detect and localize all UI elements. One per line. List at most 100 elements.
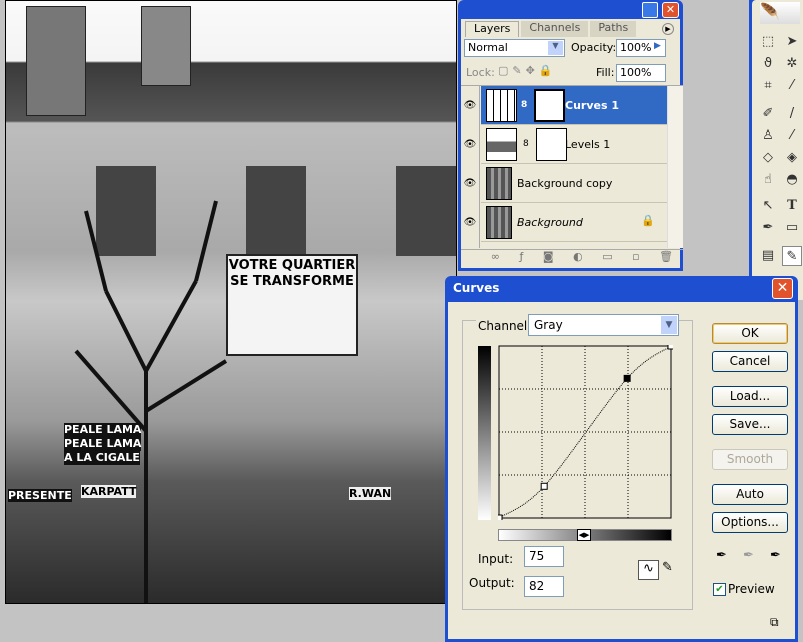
layer-row-background[interactable]: Background 🔒 [481, 203, 679, 242]
eye-icon[interactable]: 👁 [461, 100, 479, 111]
auto-button[interactable]: Auto [712, 484, 788, 505]
expand-icon[interactable]: ⧉ [770, 615, 779, 630]
layer-row-levels[interactable]: 8 Levels 1 [481, 125, 679, 164]
curves-adjustment-icon [486, 89, 517, 122]
layer-thumbnail [486, 167, 512, 200]
stamp-tool-icon[interactable]: ♙ [758, 126, 778, 146]
history-brush-icon[interactable]: ⁄ [782, 126, 802, 146]
poster-text: VOTRE QUARTIER [228, 258, 356, 273]
cancel-button[interactable]: Cancel [712, 351, 788, 372]
new-layer-icon[interactable]: ▫ [632, 250, 639, 268]
input-label: Input: [478, 552, 514, 566]
type-tool-icon[interactable]: T [782, 196, 802, 216]
layer-style-icon[interactable]: ƒ [519, 250, 523, 268]
paint-bucket-icon[interactable]: ◈ [782, 148, 802, 168]
graph-frame [498, 345, 672, 519]
lasso-tool-icon[interactable]: ϑ [758, 54, 778, 74]
fill-input[interactable]: 100% [616, 64, 666, 82]
channel-value: Gray [534, 318, 563, 332]
preview-label: Preview [728, 582, 775, 596]
curve-point[interactable] [667, 345, 673, 350]
link-icon: 8 [521, 100, 528, 110]
output-field[interactable]: 82 [524, 576, 564, 597]
layer-name: Background [517, 216, 583, 229]
curve-point[interactable] [498, 514, 503, 520]
opacity-label: Opacity: [571, 41, 617, 54]
black-eyedropper-icon[interactable]: ✒ [716, 548, 727, 563]
chevron-down-icon: ▼ [661, 316, 677, 334]
pen-tool-icon[interactable]: ✒ [758, 218, 778, 238]
healing-brush-icon[interactable]: ✐ [758, 104, 778, 124]
curve-point[interactable] [623, 374, 631, 382]
gradient-toggle-icon[interactable]: ◀▶ [577, 529, 591, 541]
adjustment-layer-icon[interactable]: ◐ [573, 250, 583, 268]
minimize-button[interactable] [642, 2, 658, 18]
layer-name: Levels 1 [565, 138, 611, 151]
layer-row-background-copy[interactable]: Background copy [481, 164, 679, 203]
chimney [141, 6, 191, 86]
load-button[interactable]: Load... [712, 386, 788, 407]
tab-channels[interactable]: Channels [521, 21, 589, 37]
close-button[interactable]: ✕ [662, 2, 679, 18]
pencil-tool-icon[interactable]: ✎ [662, 560, 673, 575]
layer-mask-thumbnail [534, 89, 565, 122]
white-eyedropper-icon[interactable]: ✒ [770, 548, 781, 563]
blur-tool-icon[interactable]: ☝ [758, 170, 778, 190]
curve-line [498, 345, 672, 519]
options-button[interactable]: Options... [712, 512, 788, 533]
preview-checkbox[interactable]: ✔ [713, 583, 726, 596]
toolbox: 🪶 ⬚ ➤ ϑ ✲ ⌗ ⁄ ✐ / ♙ ⁄ ◇ ◈ ☝ ◓ ↖ T ✒ ▭ ▤ ✎ [749, 0, 803, 300]
dodge-tool-icon[interactable]: ◓ [782, 170, 802, 190]
save-button[interactable]: Save... [712, 414, 788, 435]
feather-icon: 🪶 [760, 2, 800, 24]
trash-icon[interactable]: 🗑 [659, 250, 673, 268]
curves-graph[interactable] [498, 345, 673, 520]
channel-label: Channel: [476, 319, 534, 333]
add-mask-icon[interactable]: ◙ [543, 250, 554, 268]
blend-mode-select[interactable]: Normal ▼ [464, 39, 565, 57]
poster-text: SE TRANSFORME [230, 274, 354, 289]
curve-point[interactable] [540, 482, 548, 490]
channel-select[interactable]: Gray ▼ [528, 314, 679, 336]
ok-button[interactable]: OK [712, 323, 788, 344]
marquee-tool-icon[interactable]: ⬚ [758, 32, 778, 52]
tab-layers[interactable]: Layers [465, 21, 520, 37]
opacity-arrow-icon[interactable]: ▶ [654, 41, 661, 51]
curves-dialog: Curves ✕ Channel: Gray ▼ ◀▶ Input: 75 Out… [445, 276, 798, 642]
brush-tool-icon[interactable]: / [782, 104, 802, 124]
scrollbar[interactable] [667, 86, 683, 248]
tab-paths[interactable]: Paths [590, 21, 637, 37]
document-canvas[interactable]: VOTRE QUARTIER SE TRANSFORME PEALE LAMA … [5, 0, 457, 604]
chevron-down-icon: ▼ [548, 41, 563, 55]
layer-thumbnail [486, 206, 512, 239]
panel-menu-icon[interactable]: ▶ [662, 23, 674, 35]
input-field[interactable]: 75 [524, 546, 564, 567]
curve-tool-icon[interactable]: ∿ [638, 560, 659, 580]
shape-tool-icon[interactable]: ▭ [782, 218, 802, 238]
tree [74, 200, 228, 603]
eyedropper-tool-icon[interactable]: ✎ [782, 246, 802, 266]
magic-wand-icon[interactable]: ✲ [782, 54, 802, 74]
eye-icon[interactable]: 👁 [461, 139, 479, 150]
layers-panel: ✕ Layers Channels Paths ▶ Normal ▼ Opacit… [458, 0, 683, 271]
eye-icon[interactable]: 👁 [461, 178, 479, 189]
lock-icons[interactable]: ▢✎✥🔒 [498, 64, 557, 77]
link-layers-icon[interactable]: ∞ [491, 250, 500, 268]
layer-row-curves[interactable]: 8 Curves 1 [481, 86, 679, 125]
layer-mask-thumbnail [536, 128, 567, 161]
notes-tool-icon[interactable]: ▤ [758, 246, 778, 266]
eye-icon[interactable]: 👁 [461, 217, 479, 228]
crop-tool-icon[interactable]: ⌗ [758, 76, 778, 96]
eraser-tool-icon[interactable]: ◇ [758, 148, 778, 168]
lock-label: Lock: [466, 66, 495, 79]
link-icon: 8 [523, 139, 529, 149]
close-button[interactable]: ✕ [772, 278, 793, 299]
gray-eyedropper-icon[interactable]: ✒ [743, 548, 754, 563]
output-gradient-bar [478, 346, 491, 520]
move-tool-icon[interactable]: ➤ [782, 32, 802, 52]
path-select-icon[interactable]: ↖ [758, 196, 778, 216]
layers-footer: ∞ ƒ ◙ ◐ ▭ ▫ 🗑 [461, 249, 683, 268]
slice-tool-icon[interactable]: ⁄ [782, 76, 802, 96]
smooth-button: Smooth [712, 449, 788, 470]
new-group-icon[interactable]: ▭ [602, 250, 612, 268]
